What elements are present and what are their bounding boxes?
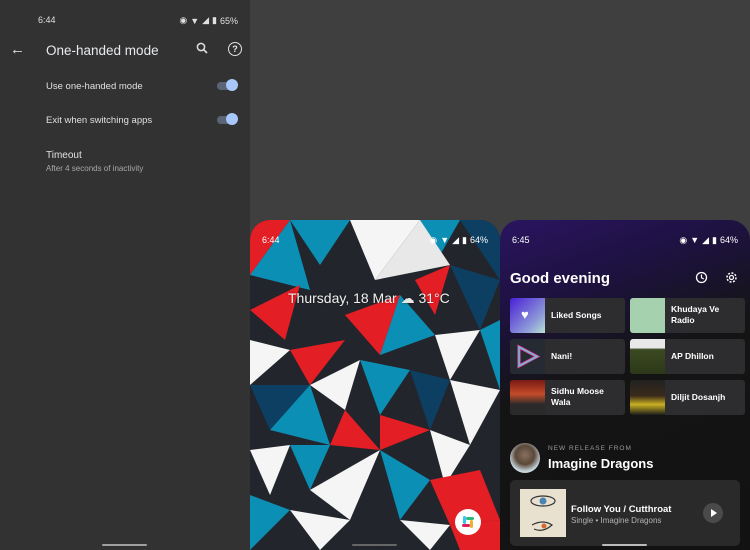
timeout-subtitle: After 4 seconds of inactivity xyxy=(46,164,144,173)
release-subtitle: Single • Imagine Dragons xyxy=(571,516,662,525)
tile-label: Khudaya Ve Radio xyxy=(671,304,720,325)
battery-percent: 64% xyxy=(469,235,488,245)
wifi-icon: ▼ xyxy=(690,235,700,245)
tile-nani[interactable]: Nani! xyxy=(510,339,625,374)
play-triangle-logo xyxy=(517,344,541,369)
album-cover xyxy=(520,489,566,537)
lock-gesture-bar[interactable] xyxy=(352,544,397,546)
new-release-eyebrow: NEW RELEASE FROM xyxy=(548,445,632,452)
status-time: 6:44 xyxy=(38,15,56,25)
search-icon[interactable] xyxy=(196,42,208,54)
lockscreen-preview[interactable]: 6:44 ◉ ▼ ◢ ▮ 64% Thursday, 18 Mar ☁ 31°C xyxy=(250,220,500,550)
tile-label: Liked Songs xyxy=(551,310,602,320)
tile-sidhu-moose-wala[interactable]: Sidhu Moose Wala xyxy=(510,380,625,415)
cloud-sun-icon: ☁ xyxy=(400,290,415,306)
khudaya-radio-art xyxy=(630,298,665,333)
heart-icon: ♥ xyxy=(521,307,529,322)
artist-avatar[interactable] xyxy=(510,443,540,473)
ap-dhillon-art xyxy=(630,339,665,374)
status-icons: ◉ ▼ ◢ ▮ 65% xyxy=(179,15,238,26)
spotify-gesture-bar[interactable] xyxy=(602,544,647,546)
wifi-icon: ▼ xyxy=(440,235,450,245)
signal-icon: ◢ xyxy=(452,235,460,245)
greeting-heading: Good evening xyxy=(510,270,611,287)
use-one-handed-label: Use one-handed mode xyxy=(46,81,143,92)
gesture-nav-bar[interactable] xyxy=(102,544,147,546)
nani-art xyxy=(510,339,545,374)
tile-label: Nani! xyxy=(551,351,573,361)
lock-date: Thursday, 18 Mar xyxy=(288,290,397,306)
lock-temperature: 31°C xyxy=(418,290,450,306)
tile-label: Diljit Dosanjh xyxy=(671,392,726,402)
use-one-handed-toggle[interactable] xyxy=(217,79,238,91)
timeout-item[interactable]: Timeout xyxy=(46,150,82,161)
help-icon[interactable]: ? xyxy=(228,42,242,56)
geometric-wallpaper xyxy=(250,220,500,550)
release-card[interactable]: Follow You / Cutthroat Single • Imagine … xyxy=(510,480,740,546)
spotify-preview[interactable]: 6:45 ◉ ▼ ◢ ▮ 64% Good evening ♥ Liked So… xyxy=(500,220,750,550)
battery-percent: 65% xyxy=(219,15,238,26)
lock-date-weather: Thursday, 18 Mar ☁ 31°C xyxy=(288,290,450,307)
spotify-status-time: 6:45 xyxy=(512,235,530,245)
settings-screen: 6:44 ◉ ▼ ◢ ▮ 65% ← One-handed mode ? Use… xyxy=(0,0,250,550)
liked-songs-art: ♥ xyxy=(510,298,545,333)
lock-status-time: 6:44 xyxy=(262,235,280,245)
slack-icon[interactable] xyxy=(455,509,481,535)
tile-diljit-dosanjh[interactable]: Diljit Dosanjh xyxy=(630,380,745,415)
play-button[interactable] xyxy=(703,503,723,523)
signal-icon: ◢ xyxy=(202,15,210,25)
battery-icon: ▮ xyxy=(212,15,217,25)
exit-switching-toggle[interactable] xyxy=(217,113,238,125)
tile-liked-songs[interactable]: ♥ Liked Songs xyxy=(510,298,625,333)
battery-percent: 64% xyxy=(719,235,738,245)
tile-khudaya-ve-radio[interactable]: Khudaya Ve Radio xyxy=(630,298,745,333)
arrow-back-icon[interactable]: ← xyxy=(10,41,25,58)
tile-ap-dhillon[interactable]: AP Dhillon xyxy=(630,339,745,374)
wifi-icon: ▼ xyxy=(190,15,200,26)
new-release-artist[interactable]: Imagine Dragons xyxy=(548,456,653,471)
spotify-status-icons: ◉ ▼ ◢ ▮ 64% xyxy=(679,235,738,246)
eye-icon: ◉ xyxy=(429,235,438,245)
gear-icon[interactable] xyxy=(725,271,738,284)
eye-icon: ◉ xyxy=(679,235,688,245)
diljit-art xyxy=(630,380,665,415)
exit-switching-label: Exit when switching apps xyxy=(46,115,153,126)
eye-artwork xyxy=(530,495,556,531)
tile-label: Sidhu Moose Wala xyxy=(551,386,604,407)
tile-label: AP Dhillon xyxy=(671,351,714,361)
signal-icon: ◢ xyxy=(702,235,710,245)
lock-status-icons: ◉ ▼ ◢ ▮ 64% xyxy=(429,235,488,246)
battery-icon: ▮ xyxy=(462,235,467,245)
eye-icon: ◉ xyxy=(179,15,188,25)
history-icon[interactable] xyxy=(695,271,708,284)
sidhu-art xyxy=(510,380,545,415)
page-title: One-handed mode xyxy=(46,43,159,58)
release-title: Follow You / Cutthroat xyxy=(571,504,672,515)
battery-icon: ▮ xyxy=(712,235,717,245)
